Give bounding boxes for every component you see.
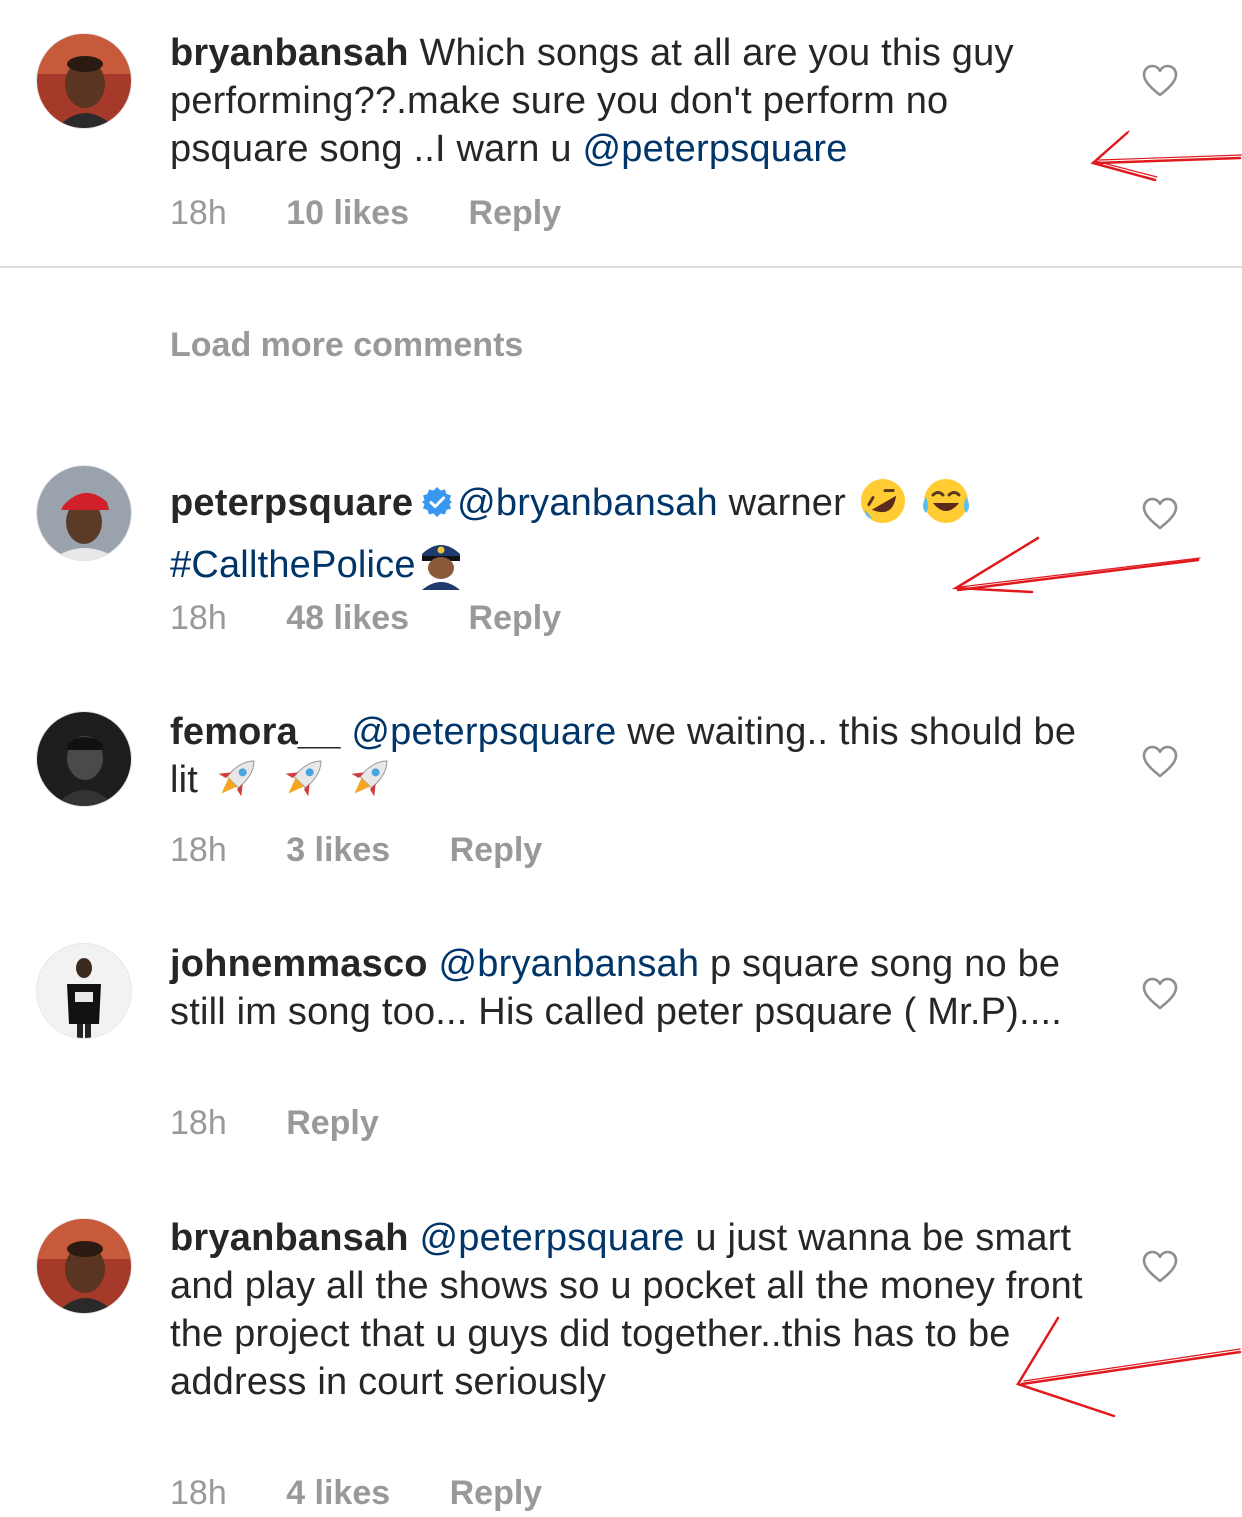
mention-link[interactable]: @peterpsquare <box>582 128 847 170</box>
mention-link[interactable]: @peterpsquare <box>419 1217 684 1259</box>
heart-outline-icon[interactable] <box>1142 977 1178 1011</box>
comment-text: peterpsquare @bryanbansah warner #Callth… <box>170 472 1090 596</box>
reply-button[interactable]: Reply <box>450 1474 543 1512</box>
comment-text: bryanbansah Which songs at all are you t… <box>170 29 1090 173</box>
rocket-emoji-icon <box>285 760 322 797</box>
reply-button[interactable]: Reply <box>286 1104 379 1142</box>
police-officer-emoji-icon <box>421 544 460 590</box>
heart-outline-icon[interactable] <box>1142 745 1178 779</box>
annotation-arrow <box>1090 130 1242 182</box>
divider <box>0 266 1242 268</box>
avatar[interactable] <box>37 944 131 1038</box>
comment-username[interactable]: femora__ <box>170 711 341 753</box>
comment-username[interactable]: johnemmasco <box>170 943 428 985</box>
comment-meta: 18h 4 likes Reply <box>170 1474 592 1513</box>
load-more-comments-button[interactable]: Load more comments <box>170 326 523 365</box>
hashtag-link[interactable]: #CallthePolice <box>170 544 416 586</box>
avatar[interactable] <box>37 712 131 806</box>
likes-count[interactable]: 4 likes <box>286 1474 390 1512</box>
likes-count[interactable]: 48 likes <box>286 599 409 637</box>
reply-button[interactable]: Reply <box>469 599 562 637</box>
comment-meta: 18h 10 likes Reply <box>170 194 611 233</box>
comment-text: johnemmasco @bryanbansah p square song n… <box>170 940 1090 1036</box>
comment-text: femora__ @peterpsquare we waiting.. this… <box>170 708 1090 806</box>
heart-outline-icon[interactable] <box>1142 1250 1178 1284</box>
reply-button[interactable]: Reply <box>469 194 562 232</box>
comment-time: 18h <box>170 1474 227 1512</box>
likes-count[interactable]: 10 likes <box>286 194 409 232</box>
verified-badge-icon <box>422 486 453 517</box>
avatar[interactable] <box>37 34 131 128</box>
comment-text: bryanbansah @peterpsquare u just wanna b… <box>170 1214 1090 1406</box>
comment-time: 18h <box>170 194 227 232</box>
tears-of-joy-emoji-icon <box>922 478 969 523</box>
comment-body: warner <box>717 482 857 524</box>
avatar[interactable] <box>37 1219 131 1313</box>
comment-time: 18h <box>170 599 227 637</box>
reply-button[interactable]: Reply <box>450 831 543 869</box>
heart-outline-icon[interactable] <box>1142 497 1178 531</box>
mention-link[interactable]: @peterpsquare <box>351 711 616 753</box>
comment-username[interactable]: bryanbansah <box>170 1217 409 1259</box>
rolling-laughing-emoji-icon <box>860 478 905 523</box>
comment-meta: 18h 48 likes Reply <box>170 599 611 638</box>
comment-username[interactable]: peterpsquare <box>170 482 413 524</box>
mention-link[interactable]: @bryanbansah <box>457 482 718 524</box>
rocket-emoji-icon <box>351 760 388 797</box>
comment-meta: 18h 3 likes Reply <box>170 831 592 870</box>
comment-time: 18h <box>170 1104 227 1142</box>
comment-time: 18h <box>170 831 227 869</box>
likes-count[interactable]: 3 likes <box>286 831 390 869</box>
heart-outline-icon[interactable] <box>1142 64 1178 98</box>
comment-username[interactable]: bryanbansah <box>170 32 409 74</box>
avatar[interactable] <box>37 466 131 560</box>
comment-meta: 18h Reply <box>170 1104 429 1143</box>
mention-link[interactable]: @bryanbansah <box>438 943 699 985</box>
rocket-emoji-icon <box>218 760 255 797</box>
